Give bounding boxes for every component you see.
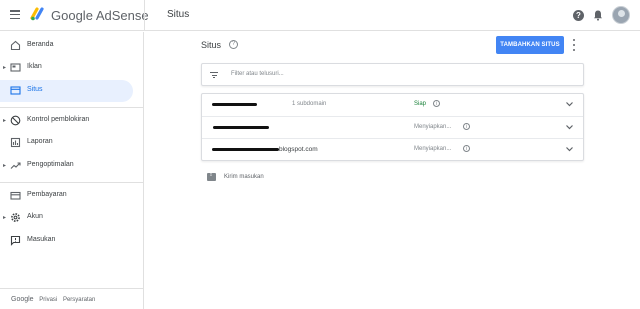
- sidebar-item-label: Iklan: [27, 63, 42, 70]
- page-heading: Situs: [167, 9, 190, 20]
- redacted-site-name: [213, 126, 269, 129]
- sidebar-item-laporan[interactable]: Laporan: [0, 132, 133, 154]
- more-vert-icon[interactable]: [572, 39, 576, 51]
- redacted-site-name: [212, 103, 257, 106]
- site-row[interactable]: blogspot.com Menyiapkan... i: [202, 138, 583, 160]
- caret-right-icon: ▸: [3, 65, 7, 71]
- site-name: blogspot.com: [279, 146, 318, 153]
- sidebar-item-label: Pembayaran: [27, 191, 67, 198]
- brand-google: Google: [51, 8, 93, 23]
- sidebar-item-beranda[interactable]: Beranda: [0, 35, 133, 57]
- add-site-button[interactable]: TAMBAHKAN SITUS: [496, 36, 564, 54]
- top-bar: Google AdSense Situs ?: [0, 0, 640, 31]
- sidebar-item-label: Kontrol pemblokiran: [27, 116, 90, 123]
- feedback-icon: [207, 172, 216, 181]
- reports-icon: [10, 137, 21, 148]
- feedback-icon: [10, 235, 21, 246]
- notifications-icon[interactable]: [593, 10, 603, 21]
- sidebar-item-label: Pengoptimalan: [27, 161, 74, 168]
- site-status: Siap: [414, 101, 427, 107]
- sidebar-divider: [0, 288, 144, 289]
- sidebar-footer: Google Privasi Persyaratan: [11, 296, 99, 303]
- redacted-site-name: [212, 148, 279, 151]
- sidebar-item-label: Laporan: [27, 138, 53, 145]
- sites-list: 1 subdomain Siap i Menyiapkan... i blogs…: [201, 93, 584, 161]
- site-row[interactable]: 1 subdomain Siap i: [202, 94, 583, 116]
- brand-product: AdSense: [95, 8, 149, 23]
- divider: [144, 0, 145, 31]
- avatar[interactable]: [612, 6, 630, 24]
- sidebar: Beranda ▸ Iklan Situs ▸ Kontrol pembloki…: [0, 32, 144, 309]
- sidebar-item-pengoptimalan[interactable]: ▸ Pengoptimalan: [0, 155, 133, 177]
- site-row[interactable]: Menyiapkan... i: [202, 116, 583, 138]
- sidebar-item-pembayaran[interactable]: Pembayaran: [0, 185, 133, 207]
- sidebar-item-label: Akun: [27, 213, 43, 220]
- caret-right-icon: ▸: [3, 215, 7, 221]
- adsense-logo-icon: [30, 7, 44, 21]
- page-title: Situs: [201, 40, 222, 50]
- feedback-label: Kirim masukan: [224, 174, 264, 180]
- footer-google: Google: [11, 296, 34, 303]
- brand-name[interactable]: Google AdSense: [51, 8, 149, 23]
- sidebar-item-iklan[interactable]: ▸ Iklan: [0, 57, 133, 79]
- sidebar-item-situs[interactable]: Situs: [0, 80, 133, 102]
- caret-right-icon: ▸: [3, 118, 7, 124]
- footer-privacy-link[interactable]: Privasi: [39, 297, 57, 303]
- sidebar-item-label: Beranda: [27, 41, 54, 48]
- site-status: Menyiapkan...: [414, 124, 452, 130]
- ads-icon: [10, 63, 21, 72]
- info-icon[interactable]: i: [463, 145, 470, 152]
- sidebar-item-label: Situs: [27, 86, 43, 93]
- help-icon[interactable]: ?: [573, 9, 584, 21]
- chevron-down-icon[interactable]: [565, 100, 574, 108]
- sidebar-divider: [0, 107, 144, 108]
- filter-placeholder: Filter atau telusuri...: [231, 71, 284, 77]
- info-icon[interactable]: i: [433, 100, 440, 107]
- caret-right-icon: ▸: [3, 163, 7, 169]
- settings-icon: [11, 213, 20, 222]
- send-feedback-link[interactable]: Kirim masukan: [207, 172, 264, 181]
- chevron-down-icon[interactable]: [565, 123, 574, 131]
- footer-terms-link[interactable]: Persyaratan: [63, 297, 95, 303]
- site-subdomain-count: 1 subdomain: [292, 101, 327, 107]
- sites-icon: [10, 86, 21, 95]
- sidebar-item-kontrol-pemblokiran[interactable]: ▸ Kontrol pemblokiran: [0, 110, 133, 132]
- sidebar-divider: [0, 182, 144, 183]
- top-icons: ?: [573, 6, 630, 24]
- chevron-down-icon[interactable]: [565, 145, 574, 153]
- help-icon[interactable]: ?: [229, 40, 238, 49]
- info-icon[interactable]: i: [463, 123, 470, 130]
- home-icon: [10, 40, 21, 51]
- block-icon: [10, 115, 21, 126]
- site-status: Menyiapkan...: [414, 146, 452, 152]
- sidebar-item-label: Masukan: [27, 236, 56, 243]
- payments-icon: [10, 191, 21, 200]
- filter-input[interactable]: Filter atau telusuri...: [201, 63, 584, 86]
- filter-icon: [210, 72, 218, 78]
- sidebar-item-masukan[interactable]: Masukan: [0, 230, 133, 252]
- sidebar-item-akun[interactable]: ▸ Akun: [0, 207, 133, 229]
- menu-icon[interactable]: [10, 10, 20, 20]
- trending-up-icon: [10, 162, 21, 169]
